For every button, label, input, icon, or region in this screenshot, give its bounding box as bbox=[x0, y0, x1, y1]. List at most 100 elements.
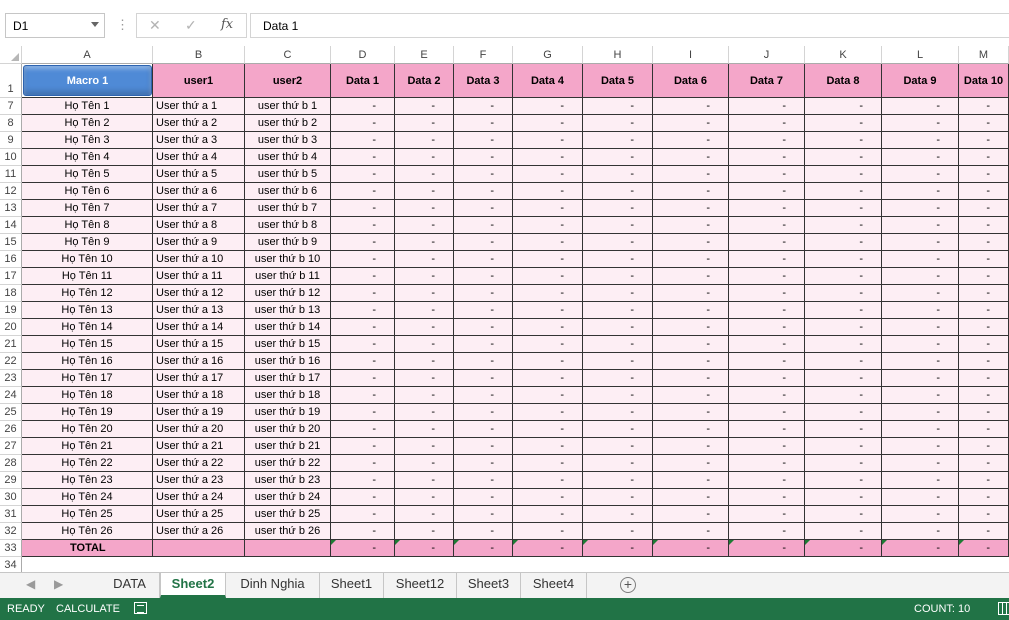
data-cell[interactable]: - bbox=[729, 183, 805, 200]
data-cell[interactable]: - bbox=[653, 217, 729, 234]
name-cell[interactable]: Họ Tên 12 bbox=[22, 285, 153, 302]
data-cell[interactable]: - bbox=[583, 98, 653, 115]
data-cell[interactable]: - bbox=[395, 336, 454, 353]
data-cell[interactable]: - bbox=[882, 370, 959, 387]
header-cell-data-6[interactable]: Data 6 bbox=[653, 64, 729, 98]
user1-cell[interactable]: User thứ a 13 bbox=[153, 302, 245, 319]
data-cell[interactable]: - bbox=[805, 149, 882, 166]
data-cell[interactable]: - bbox=[959, 455, 1009, 472]
user1-cell[interactable]: User thứ a 6 bbox=[153, 183, 245, 200]
header-cell-user1[interactable]: user1 bbox=[153, 64, 245, 98]
data-cell[interactable]: - bbox=[805, 455, 882, 472]
data-cell[interactable]: - bbox=[882, 353, 959, 370]
user1-cell[interactable]: User thứ a 9 bbox=[153, 234, 245, 251]
data-cell[interactable]: - bbox=[653, 506, 729, 523]
data-cell[interactable]: - bbox=[454, 336, 513, 353]
user1-cell[interactable]: User thứ a 16 bbox=[153, 353, 245, 370]
data-cell[interactable]: - bbox=[583, 132, 653, 149]
user2-cell[interactable]: user thứ b 12 bbox=[245, 285, 331, 302]
data-cell[interactable]: - bbox=[882, 98, 959, 115]
user2-cell[interactable]: user thứ b 14 bbox=[245, 319, 331, 336]
data-cell[interactable]: - bbox=[805, 285, 882, 302]
data-cell[interactable]: - bbox=[959, 132, 1009, 149]
data-cell[interactable]: - bbox=[454, 370, 513, 387]
data-cell[interactable]: - bbox=[959, 421, 1009, 438]
data-cell[interactable]: - bbox=[882, 166, 959, 183]
user2-cell[interactable]: user thứ b 7 bbox=[245, 200, 331, 217]
data-cell[interactable]: - bbox=[653, 183, 729, 200]
data-cell[interactable]: - bbox=[882, 404, 959, 421]
name-cell[interactable]: Họ Tên 23 bbox=[22, 472, 153, 489]
data-cell[interactable]: - bbox=[653, 302, 729, 319]
header-cell-data-4[interactable]: Data 4 bbox=[513, 64, 583, 98]
data-cell[interactable]: - bbox=[805, 387, 882, 404]
data-cell[interactable]: - bbox=[959, 149, 1009, 166]
data-cell[interactable]: - bbox=[331, 370, 395, 387]
user1-cell[interactable]: User thứ a 14 bbox=[153, 319, 245, 336]
name-cell[interactable]: Họ Tên 1 bbox=[22, 98, 153, 115]
data-cell[interactable]: - bbox=[729, 115, 805, 132]
name-cell[interactable]: Họ Tên 6 bbox=[22, 183, 153, 200]
data-cell[interactable]: - bbox=[882, 285, 959, 302]
data-cell[interactable]: - bbox=[729, 472, 805, 489]
data-cell[interactable]: - bbox=[653, 98, 729, 115]
row-header[interactable]: 28 bbox=[0, 455, 22, 472]
data-cell[interactable]: - bbox=[513, 489, 583, 506]
row-header[interactable]: 26 bbox=[0, 421, 22, 438]
user1-cell[interactable]: User thứ a 18 bbox=[153, 387, 245, 404]
data-cell[interactable]: - bbox=[882, 149, 959, 166]
data-cell[interactable]: - bbox=[454, 149, 513, 166]
header-cell-data-10[interactable]: Data 10 bbox=[959, 64, 1009, 98]
user2-cell[interactable]: user thứ b 4 bbox=[245, 149, 331, 166]
name-cell[interactable]: Họ Tên 17 bbox=[22, 370, 153, 387]
data-cell[interactable]: - bbox=[959, 217, 1009, 234]
name-cell[interactable]: Họ Tên 4 bbox=[22, 149, 153, 166]
user1-cell[interactable]: User thứ a 25 bbox=[153, 506, 245, 523]
name-cell[interactable]: Họ Tên 18 bbox=[22, 387, 153, 404]
data-cell[interactable]: - bbox=[513, 234, 583, 251]
user2-cell[interactable]: user thứ b 25 bbox=[245, 506, 331, 523]
data-cell[interactable]: - bbox=[959, 200, 1009, 217]
name-cell[interactable]: Họ Tên 7 bbox=[22, 200, 153, 217]
name-cell[interactable]: Họ Tên 16 bbox=[22, 353, 153, 370]
data-cell[interactable]: - bbox=[395, 98, 454, 115]
data-cell[interactable]: - bbox=[805, 234, 882, 251]
data-cell[interactable]: - bbox=[583, 149, 653, 166]
data-cell[interactable]: - bbox=[729, 98, 805, 115]
data-cell[interactable]: - bbox=[959, 302, 1009, 319]
data-cell[interactable]: - bbox=[583, 200, 653, 217]
row-header[interactable]: 10 bbox=[0, 149, 22, 166]
row-header[interactable]: 16 bbox=[0, 251, 22, 268]
data-cell[interactable]: - bbox=[454, 302, 513, 319]
data-cell[interactable]: - bbox=[583, 234, 653, 251]
data-cell[interactable]: - bbox=[959, 319, 1009, 336]
data-cell[interactable]: - bbox=[583, 455, 653, 472]
data-cell[interactable]: - bbox=[583, 353, 653, 370]
data-cell[interactable]: - bbox=[513, 149, 583, 166]
data-cell[interactable]: - bbox=[729, 455, 805, 472]
data-cell[interactable]: - bbox=[729, 370, 805, 387]
data-cell[interactable]: - bbox=[454, 319, 513, 336]
name-cell[interactable]: Họ Tên 20 bbox=[22, 421, 153, 438]
row-header[interactable]: 27 bbox=[0, 438, 22, 455]
data-cell[interactable]: - bbox=[959, 336, 1009, 353]
name-cell[interactable]: Họ Tên 10 bbox=[22, 251, 153, 268]
user2-cell[interactable]: user thứ b 17 bbox=[245, 370, 331, 387]
data-cell[interactable]: - bbox=[959, 115, 1009, 132]
user1-cell[interactable]: User thứ a 19 bbox=[153, 404, 245, 421]
data-cell[interactable]: - bbox=[395, 353, 454, 370]
formula-input[interactable]: Data 1 bbox=[250, 13, 1009, 38]
data-cell[interactable]: - bbox=[805, 251, 882, 268]
data-cell[interactable]: - bbox=[454, 132, 513, 149]
name-cell[interactable]: Họ Tên 19 bbox=[22, 404, 153, 421]
data-cell[interactable]: - bbox=[331, 217, 395, 234]
name-cell[interactable]: Họ Tên 8 bbox=[22, 217, 153, 234]
data-cell[interactable]: - bbox=[454, 200, 513, 217]
data-cell[interactable]: - bbox=[583, 285, 653, 302]
row-header[interactable]: 23 bbox=[0, 370, 22, 387]
name-cell[interactable]: Họ Tên 24 bbox=[22, 489, 153, 506]
data-cell[interactable]: - bbox=[331, 132, 395, 149]
cancel-icon[interactable]: ✕ bbox=[149, 17, 161, 34]
data-cell[interactable]: - bbox=[513, 200, 583, 217]
data-cell[interactable]: - bbox=[395, 404, 454, 421]
